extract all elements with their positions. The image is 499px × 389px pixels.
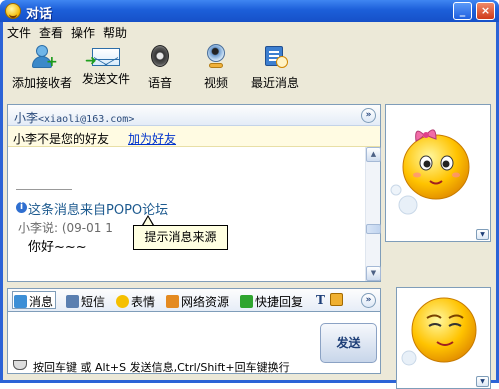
avatar-options-button[interactable]: ▼ — [476, 229, 489, 240]
conversation-window: 对话 _ × 文件 查看 操作 帮助 + 添加接收者 ➜ 发送文件 语音 视频 … — [0, 0, 499, 389]
input-toolbar: 消息 短信 表情 网络资源 快捷回复 T » — [7, 288, 381, 312]
window-title: 对话 — [26, 7, 53, 22]
video-button[interactable]: 视频 — [199, 44, 233, 94]
contact-avatar[interactable]: ▼ — [385, 104, 491, 242]
message-mode-button[interactable]: 消息 — [12, 291, 57, 309]
sender-line: 小李说: (09-01 1 — [18, 221, 113, 235]
message-history[interactable]: i 这条消息来自POPO论坛 小李说: (09-01 1 你好~~~ — [8, 147, 365, 281]
window-client: 文件 查看 操作 帮助 + 添加接收者 ➜ 发送文件 语音 视频 最近消息 小李… — [3, 22, 496, 389]
menu-file[interactable]: 文件 — [7, 24, 31, 41]
scroll-thumb[interactable] — [366, 224, 381, 234]
web-resources-icon — [166, 295, 179, 308]
message-divider — [16, 189, 72, 190]
chat-panel: 小李<xiaoli@163.com> » 小李不是您的好友 加为好友 i 这条消… — [7, 104, 381, 282]
send-file-label: 发送文件 — [81, 72, 130, 86]
status-hint: 按回车键 或 Alt+S 发送信息,Ctrl/Shift+回车键换行 — [33, 361, 290, 374]
web-resources-label: 网络资源 — [181, 295, 230, 309]
recent-messages-icon — [262, 44, 288, 70]
info-icon: i — [16, 202, 27, 213]
menu-bar: 文件 查看 操作 帮助 — [3, 22, 496, 40]
toolbar: + 添加接收者 ➜ 发送文件 语音 视频 最近消息 — [3, 40, 496, 96]
sms-icon — [66, 295, 79, 308]
minimize-button[interactable]: _ — [453, 2, 472, 20]
status-bar: 按回车键 或 Alt+S 发送信息,Ctrl/Shift+回车键换行 — [3, 352, 496, 380]
contact-name: 小李 — [14, 111, 39, 125]
contact-display: 小李<xiaoli@163.com> — [14, 109, 134, 126]
add-recipient-button[interactable]: + 添加接收者 — [11, 44, 73, 94]
quick-reply-label: 快捷回复 — [255, 295, 304, 309]
notice-text: 小李不是您的好友 — [13, 132, 110, 146]
voice-label: 语音 — [147, 76, 172, 90]
message-mode-label: 消息 — [29, 295, 54, 309]
send-file-icon: ➜ — [85, 48, 120, 69]
font-button[interactable]: T — [316, 293, 325, 307]
message-source-tooltip: 提示消息来源 — [133, 225, 228, 250]
message-body: 你好~~~ — [28, 240, 87, 255]
menu-help[interactable]: 帮助 — [103, 24, 127, 41]
web-resources-button[interactable]: 网络资源 — [166, 293, 229, 310]
recent-messages-label: 最近消息 — [250, 76, 299, 90]
webcam-icon — [203, 44, 229, 70]
message-scrollbar[interactable]: ▲ ▼ — [365, 147, 381, 281]
add-contact-icon: + — [29, 44, 58, 70]
check-icon — [240, 295, 253, 308]
contact-email: <xiaoli@163.com> — [38, 114, 135, 125]
sms-button[interactable]: 短信 — [66, 293, 105, 310]
send-file-button[interactable]: ➜ 发送文件 — [79, 44, 133, 94]
close-button[interactable]: × — [476, 2, 495, 20]
recent-messages-button[interactable]: 最近消息 — [249, 44, 301, 94]
menu-action[interactable]: 操作 — [71, 24, 95, 41]
smiley-icon — [116, 295, 129, 308]
emoticon-label: 表情 — [131, 295, 156, 309]
scroll-up-button[interactable]: ▲ — [366, 147, 381, 162]
chat-header: 小李<xiaoli@163.com> » — [8, 105, 380, 126]
cup-icon — [13, 360, 27, 370]
scroll-down-button[interactable]: ▼ — [366, 266, 381, 281]
video-label: 视频 — [203, 76, 228, 90]
screenshot-icon — [330, 293, 343, 306]
screenshot-button[interactable] — [330, 293, 345, 307]
add-recipient-label: 添加接收者 — [11, 76, 72, 90]
app-icon — [5, 3, 21, 19]
not-friend-notice: 小李不是您的好友 加为好友 — [8, 126, 380, 147]
message-icon — [14, 295, 27, 308]
quick-reply-button[interactable]: 快捷回复 — [240, 293, 303, 310]
title-bar[interactable]: 对话 _ × — [0, 0, 499, 22]
emoticon-button[interactable]: 表情 — [116, 293, 155, 310]
input-toolbar-expand-button[interactable]: » — [361, 293, 376, 308]
speaker-icon — [147, 44, 173, 70]
sms-label: 短信 — [81, 295, 106, 309]
menu-view[interactable]: 查看 — [39, 24, 63, 41]
contact-avatar-image — [390, 129, 470, 215]
add-friend-link[interactable]: 加为好友 — [128, 130, 176, 147]
chat-expand-button[interactable]: » — [361, 108, 376, 123]
voice-button[interactable]: 语音 — [143, 44, 177, 94]
